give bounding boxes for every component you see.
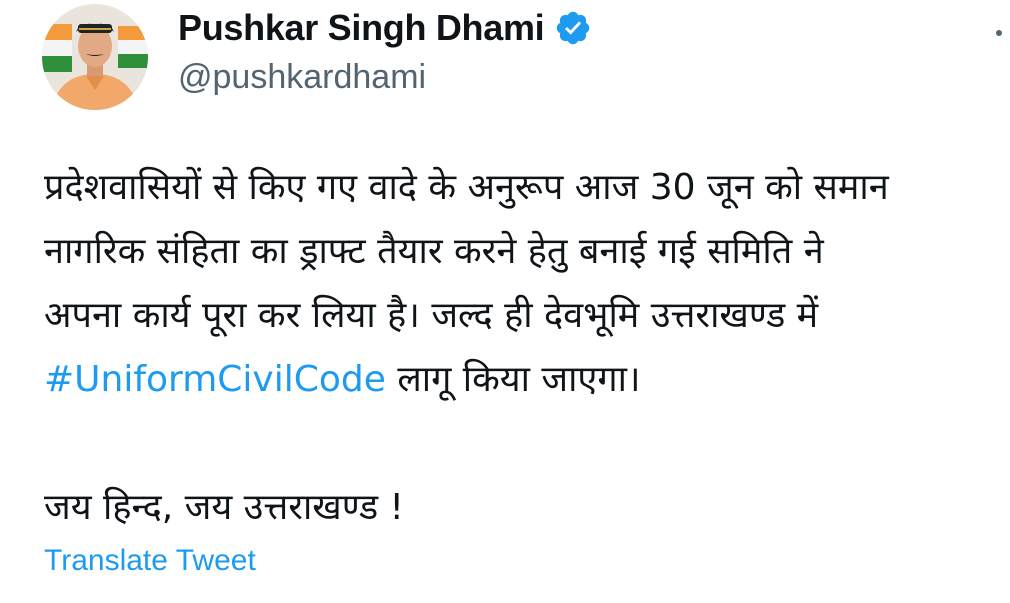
avatar-image [42, 4, 148, 110]
tweet-line-1: प्रदेशवासियों से किए गए वादे के अनुरूप आ… [44, 167, 889, 208]
tweet-line-3: अपना कार्य पूरा कर लिया है। जल्द ही देवभ… [44, 295, 819, 336]
tweet-text: प्रदेशवासियों से किए गए वादे के अनुरूप आ… [44, 156, 1010, 540]
translate-tweet-link[interactable]: Translate Tweet [44, 544, 256, 578]
tweet-line-5: जय हिन्द, जय उत्तराखण्ड ! [44, 487, 404, 528]
avatar[interactable] [42, 4, 148, 110]
author-handle[interactable]: @pushkardhami [178, 58, 426, 97]
tweet-line-4: #UniformCivilCode लागू किया जाएगा। [44, 348, 1010, 412]
hashtag-link[interactable]: #UniformCivilCode [44, 359, 386, 400]
author-row: Pushkar Singh Dhami [178, 2, 592, 54]
paragraph-break [44, 412, 1010, 476]
verified-badge-icon [554, 9, 592, 47]
tweet-line-2: नागरिक संहिता का ड्राफ्ट तैयार करने हेतु… [44, 231, 824, 272]
tweet-card: Pushkar Singh Dhami @pushkardhami प्रदेश… [0, 0, 1010, 603]
tweet-line-4-rest: लागू किया जाएगा। [385, 359, 641, 400]
author-name[interactable]: Pushkar Singh Dhami [178, 7, 545, 49]
more-options-icon[interactable] [992, 14, 1010, 54]
